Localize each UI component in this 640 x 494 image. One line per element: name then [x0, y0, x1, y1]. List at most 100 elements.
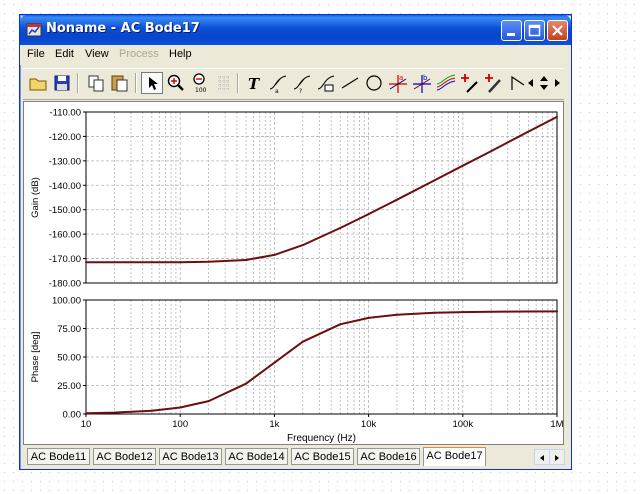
spin-updown-icon — [540, 76, 548, 90]
grid-button[interactable] — [213, 72, 235, 94]
app-window: Noname - AC Bode17 File Edit View Proces… — [19, 14, 572, 470]
paste-button[interactable] — [109, 72, 131, 94]
minimize-button[interactable] — [501, 20, 522, 41]
cursor-a-icon: a — [389, 74, 407, 93]
minimize-icon — [507, 33, 515, 36]
y-tick-label: -160.00 — [49, 230, 81, 241]
label-curve-b-button[interactable]: ? — [291, 72, 313, 94]
scroll-left-icon — [540, 455, 544, 461]
scroll-right-button[interactable] — [551, 72, 563, 94]
toolbar: 100 T a ? a b — [23, 68, 564, 100]
maximize-icon — [528, 24, 541, 37]
tab-ac-bode12[interactable]: AC Bode12 — [93, 448, 156, 465]
cursor-a-button[interactable]: a — [387, 72, 409, 94]
phase-point — [433, 311, 436, 314]
svg-text:100: 100 — [195, 87, 207, 94]
maximize-button[interactable] — [524, 20, 545, 41]
x-tick-label: 100 — [172, 419, 188, 430]
tab-ac-bode16[interactable]: AC Bode16 — [357, 448, 420, 465]
zoom-100-icon: 100 — [193, 73, 207, 94]
circle-icon — [366, 75, 382, 91]
tab-scroll-right-button[interactable] — [549, 449, 565, 465]
cursor-b-button[interactable]: b — [411, 72, 433, 94]
gain-trace[interactable] — [86, 116, 558, 264]
text-icon: T — [248, 75, 261, 93]
phase-point — [490, 310, 493, 313]
svg-text:T: T — [248, 75, 261, 93]
gain-point — [490, 150, 493, 153]
menu-edit[interactable]: Edit — [55, 48, 74, 60]
phase-point — [207, 400, 210, 403]
line-icon — [341, 77, 359, 89]
line-button[interactable] — [339, 72, 361, 94]
save-button[interactable] — [51, 72, 73, 94]
label-curve-c-button[interactable] — [315, 72, 337, 94]
menu-help[interactable]: Help — [169, 48, 192, 60]
spin-button[interactable] — [537, 72, 551, 94]
scroll-right-icon — [555, 79, 560, 87]
pointer-icon — [149, 77, 158, 90]
y-axis-label: Gain (dB) — [30, 177, 41, 218]
open-icon — [29, 78, 47, 91]
add-marker-button[interactable] — [459, 72, 481, 94]
phase-trace[interactable] — [85, 310, 558, 415]
y-tick-label: 50.00 — [57, 353, 81, 364]
save-icon — [54, 75, 70, 91]
scroll-left-button[interactable] — [525, 72, 537, 94]
zoom-100-button[interactable]: 100 — [189, 72, 211, 94]
add-marker-icon — [461, 74, 478, 93]
gain-point — [527, 130, 530, 133]
pen-marker-icon — [485, 74, 501, 93]
menu-view[interactable]: View — [85, 48, 109, 60]
label-curve-a-button[interactable]: a — [267, 72, 289, 94]
tab-ac-bode11[interactable]: AC Bode11 — [27, 448, 90, 465]
x-axis-label: Frequency (Hz) — [287, 433, 356, 444]
tab-ac-bode14[interactable]: AC Bode14 — [225, 448, 288, 465]
pointer-button[interactable] — [141, 72, 163, 94]
plot-frame — [85, 111, 558, 284]
document-tabs: AC Bode11 AC Bode12 AC Bode13 AC Bode14 … — [23, 447, 565, 467]
title-bar[interactable]: Noname - AC Bode17 — [20, 15, 571, 45]
x-tick-label: 10k — [361, 419, 377, 430]
x-tick-label: 1M — [550, 419, 563, 430]
y-tick-label: 0.00 — [63, 410, 82, 421]
copy-button[interactable] — [85, 72, 107, 94]
open-button[interactable] — [27, 72, 49, 94]
svg-text:b: b — [423, 74, 428, 82]
zoom-in-button[interactable] — [165, 72, 187, 94]
menu-process[interactable]: Process — [119, 48, 159, 60]
gain-point — [207, 260, 210, 263]
y-tick-label: 75.00 — [57, 324, 81, 335]
phase-point — [179, 406, 182, 409]
text-button[interactable]: T — [243, 72, 265, 94]
y-tick-label: -150.00 — [49, 205, 81, 216]
tab-ac-bode13[interactable]: AC Bode13 — [159, 448, 222, 465]
gain-point — [461, 164, 464, 167]
phase-point — [301, 340, 304, 343]
label-curve-c-icon — [317, 75, 335, 92]
phase-point — [273, 361, 276, 364]
phase-point — [367, 316, 370, 319]
tab-scroll-left-button[interactable] — [534, 449, 550, 465]
zoom-in-icon — [167, 74, 184, 91]
phase-point — [113, 411, 116, 414]
pen-marker-button[interactable] — [483, 72, 505, 94]
scroll-left-icon — [528, 79, 533, 87]
tab-ac-bode15[interactable]: AC Bode15 — [291, 448, 354, 465]
tab-ac-bode17[interactable]: AC Bode17 — [423, 447, 486, 466]
multi-curve-button[interactable] — [435, 72, 457, 94]
circle-button[interactable] — [363, 72, 385, 94]
y-tick-label: -110.00 — [49, 108, 81, 119]
close-button[interactable] — [547, 20, 568, 41]
bode-plot-svg: -110.00 -120.00 -130.00 -140.00 -150.00 -160.… — [30, 108, 563, 445]
multi-curve-icon — [436, 74, 456, 91]
gain-point — [179, 261, 182, 264]
y-tick-label: 100.00 — [52, 296, 81, 307]
grid-icon — [218, 76, 230, 90]
phase-point — [395, 313, 398, 316]
menu-file[interactable]: File — [27, 48, 45, 60]
menu-bar: File Edit View Process Help — [20, 45, 571, 65]
x-tick-label: 10 — [81, 419, 92, 430]
gain-point — [367, 213, 370, 216]
bode-plot-area[interactable]: -110.00 -120.00 -130.00 -140.00 -150.00 -160.… — [23, 101, 564, 445]
